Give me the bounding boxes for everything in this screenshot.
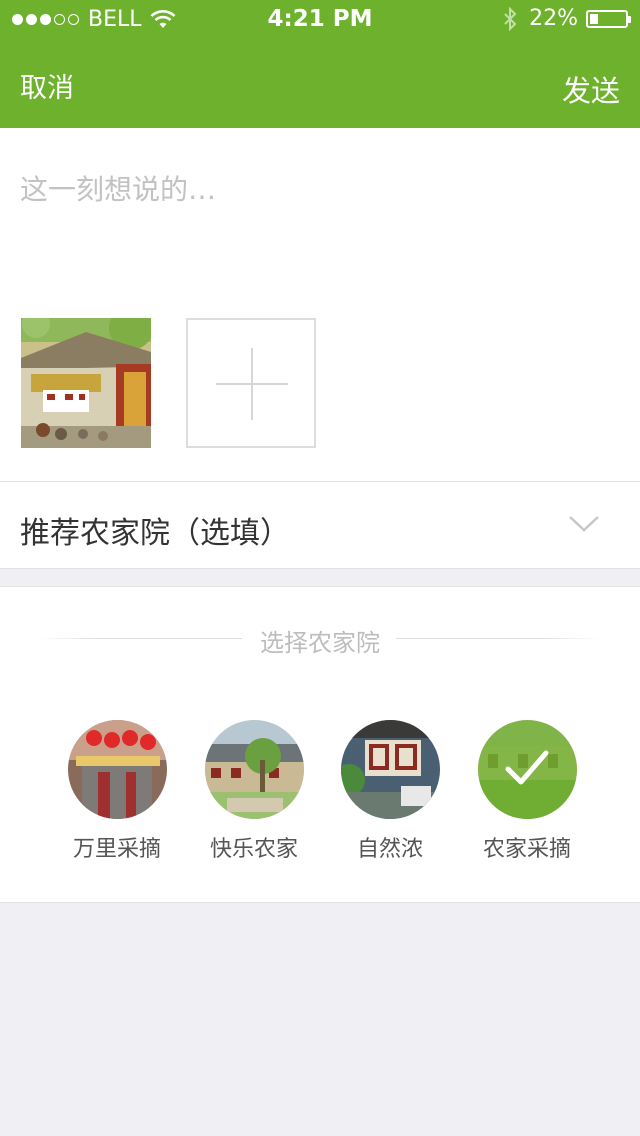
battery-level xyxy=(590,13,598,24)
send-button[interactable]: 发送 xyxy=(562,68,620,110)
farm-picker-title: 选择农家院 xyxy=(260,629,380,657)
farm-photo-image xyxy=(204,720,304,819)
battery-icon xyxy=(586,9,631,28)
battery-percentage: 22% xyxy=(529,6,578,31)
status-bar: BELL 4:21 PM 22% xyxy=(0,0,640,40)
recommend-farm-label: 推荐农家院（选填） xyxy=(20,516,290,551)
farm-avatar xyxy=(204,720,304,819)
top-bar: BELL 4:21 PM 22% 取消 发送 xyxy=(0,0,640,128)
farm-name: 万里采摘 xyxy=(72,837,161,862)
farm-avatar xyxy=(477,720,577,819)
farm-option-selected[interactable]: 农家采摘 xyxy=(467,720,587,863)
farm-option[interactable]: 快乐农家 xyxy=(194,720,314,863)
farm-name: 农家采摘 xyxy=(482,837,571,862)
farm-avatar xyxy=(340,720,440,819)
farm-option[interactable]: 万里采摘 xyxy=(57,720,177,863)
compose-area: 这一刻想说的… xyxy=(0,128,640,481)
cancel-button[interactable]: 取消 xyxy=(20,66,74,105)
farm-photo-image xyxy=(340,720,440,819)
add-photo-button[interactable] xyxy=(186,318,316,448)
chevron-down-icon xyxy=(569,516,599,532)
farm-picker-panel: 选择农家院 万里采摘 快乐农家 自然浓 农家采摘 xyxy=(0,586,640,903)
bluetooth-icon xyxy=(504,6,517,31)
farmhouse-photo-image xyxy=(21,318,151,448)
recommend-farm-row[interactable]: 推荐农家院（选填） xyxy=(0,481,640,569)
farm-name: 快乐农家 xyxy=(209,837,298,862)
attached-photo-thumbnail[interactable] xyxy=(21,318,151,448)
farm-avatar xyxy=(67,720,167,819)
post-text-input[interactable]: 这一刻想说的… xyxy=(20,168,216,208)
divider-line-right xyxy=(396,638,600,639)
plus-icon-vertical xyxy=(251,348,253,420)
battery-nub xyxy=(628,15,631,23)
farm-option[interactable]: 自然浓 xyxy=(330,720,450,863)
status-right: 22% xyxy=(503,6,631,31)
farm-photo-image xyxy=(67,720,167,819)
farm-name: 自然浓 xyxy=(356,837,423,862)
checkmark-icon xyxy=(505,750,548,785)
